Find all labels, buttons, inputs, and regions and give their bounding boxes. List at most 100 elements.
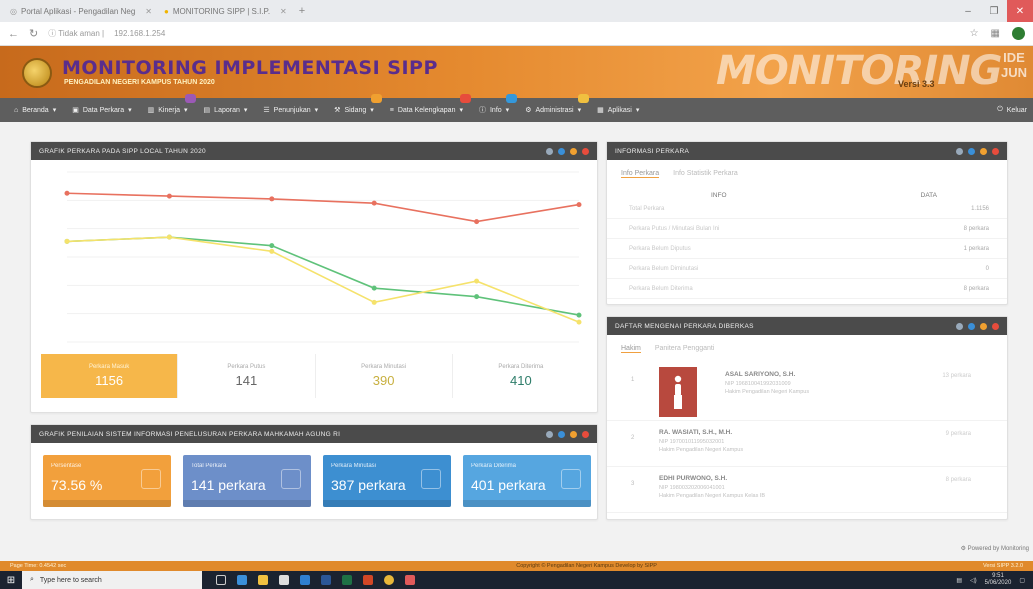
list-item[interactable]: 2 RA. WASIATI, S.H., M.H. NIP 1970010119… <box>607 421 1007 467</box>
list-item[interactable]: 1 ASAL SARIYONO, S.H. NIP 19681004199203… <box>607 363 1007 421</box>
close-panel-icon[interactable] <box>582 430 589 438</box>
collapse-icon[interactable] <box>570 430 577 438</box>
star-icon[interactable]: ☆ <box>970 28 979 39</box>
security-indicator[interactable]: ⓘ Tidak aman | <box>48 28 104 39</box>
mail-icon[interactable] <box>300 575 310 585</box>
menu-item-8[interactable]: ⚙ Administrasi ▾ <box>519 94 590 122</box>
chrome-icon[interactable] <box>384 575 394 585</box>
new-tab-button[interactable]: + <box>299 5 305 17</box>
menu-item-9[interactable]: ▦ Aplikasi ▾ <box>591 98 645 122</box>
data-point[interactable] <box>371 285 377 291</box>
url-field[interactable]: 192.168.1.254 <box>114 29 165 38</box>
kpi-perkara-putus[interactable]: Perkara Putus 141 <box>178 354 316 398</box>
app-icon[interactable] <box>405 575 415 585</box>
powerpoint-icon[interactable] <box>363 575 373 585</box>
refresh-icon[interactable] <box>968 147 975 155</box>
data-point[interactable] <box>64 238 70 244</box>
browser-tab-bar: ◎ Portal Aplikasi - Pengadilan Neg ✕ ● M… <box>0 0 1033 22</box>
reload-icon[interactable]: ↻ <box>29 27 38 40</box>
data-point[interactable] <box>166 234 172 240</box>
task-view-icon[interactable] <box>216 575 226 585</box>
tab-hakim[interactable]: Hakim <box>621 345 641 353</box>
close-panel-icon[interactable] <box>582 147 589 155</box>
data-point[interactable] <box>474 278 480 284</box>
kpi-perkara-diterima[interactable]: Perkara Diterima 410 <box>453 354 589 398</box>
logout-button[interactable]: ⏻ Keluar <box>991 98 1033 122</box>
browser-tab-portal[interactable]: ◎ Portal Aplikasi - Pengadilan Neg ✕ <box>4 2 158 20</box>
store-icon[interactable] <box>279 575 289 585</box>
back-arrow-icon[interactable]: ← <box>8 28 19 40</box>
window-controls: – ❐ ✕ <box>955 0 1033 22</box>
settings-icon[interactable] <box>546 430 553 438</box>
menu-item-5[interactable]: ⚒ Sidang ▾ <box>328 94 382 122</box>
version-label: Versi 3.3 <box>898 79 935 89</box>
data-point[interactable] <box>269 243 275 249</box>
word-icon[interactable] <box>321 575 331 585</box>
stat-card-diterima[interactable]: Perkara Diterima 401 perkara <box>463 455 591 507</box>
excel-icon[interactable] <box>342 575 352 585</box>
browser-tools: ☆ ▦ <box>970 27 1025 40</box>
volume-icon[interactable]: ◁) <box>970 577 977 584</box>
menu-item-6[interactable]: ≡ Data Kelengkapan ▾ <box>384 94 471 122</box>
kpi-label: Perkara Masuk <box>88 364 130 370</box>
data-point[interactable] <box>371 299 377 305</box>
table-row: Perkara Belum Diputus 1 perkara <box>607 239 1007 259</box>
refresh-icon[interactable] <box>558 430 565 438</box>
extension-icon[interactable]: ▦ <box>991 28 1000 39</box>
data-point[interactable] <box>64 190 70 196</box>
browser-tab-monitoring[interactable]: ● MONITORING SIPP | S.I.P. ✕ <box>158 2 293 20</box>
network-icon[interactable]: ▤ <box>956 577 962 584</box>
chevron-down-icon: ▾ <box>370 107 374 114</box>
collapse-icon[interactable] <box>570 147 577 155</box>
settings-icon[interactable] <box>956 322 963 330</box>
close-tab-icon[interactable]: ✕ <box>280 7 287 16</box>
tab-panitera[interactable]: Panitera Pengganti <box>655 345 715 353</box>
refresh-icon[interactable] <box>558 147 565 155</box>
menu-item-3[interactable]: ▤ Laporan ▾ <box>198 98 254 122</box>
data-point[interactable] <box>269 248 275 254</box>
notification-icon[interactable]: ▢ <box>1019 577 1025 584</box>
taskbar-search[interactable]: ⌕ Type here to search <box>22 571 202 589</box>
clock-date: 5/06/2020 <box>984 580 1012 586</box>
data-point[interactable] <box>474 219 480 225</box>
percent-icon <box>141 469 161 489</box>
data-point[interactable] <box>269 196 275 202</box>
tab-info-perkara[interactable]: Info Perkara <box>621 170 660 178</box>
profile-avatar[interactable] <box>1012 27 1025 40</box>
minimize-button[interactable]: – <box>955 0 981 22</box>
menu-item-2[interactable]: ▥ Kinerja ▾ <box>142 94 196 122</box>
refresh-icon[interactable] <box>968 322 975 330</box>
list-item[interactable]: 3 EDHI PURWONO, S.H. NIP 198003202006041… <box>607 467 1007 513</box>
stat-card-total[interactable]: Total Perkara 141 perkara <box>183 455 311 507</box>
data-point[interactable] <box>371 200 377 206</box>
menu-item-1[interactable]: ▣ Data Perkara ▾ <box>66 98 137 122</box>
menu-item-4[interactable]: ☰ Penunjukan ▾ <box>257 98 324 122</box>
kpi-perkara-minutasi[interactable]: Perkara Minutasi 390 <box>316 354 453 398</box>
data-point[interactable] <box>474 294 480 300</box>
settings-icon[interactable] <box>956 147 963 155</box>
collapse-icon[interactable] <box>980 147 987 155</box>
close-panel-icon[interactable] <box>992 147 999 155</box>
settings-icon[interactable] <box>546 147 553 155</box>
maximize-button[interactable]: ❐ <box>981 0 1007 22</box>
clock[interactable]: 9:51 5/06/2020 <box>985 573 1012 587</box>
info-label: Perkara Belum Diterima <box>629 286 693 292</box>
stat-card-minutasi[interactable]: Perkara Minutasi 387 perkara <box>323 455 451 507</box>
power-icon: ⏻ <box>997 106 1003 113</box>
data-point[interactable] <box>576 312 582 318</box>
close-tab-icon[interactable]: ✕ <box>145 7 152 16</box>
kpi-perkara-masuk[interactable]: Perkara Masuk 1156 <box>41 354 179 398</box>
stat-card-persentase[interactable]: Persentase 73.56 % <box>43 455 171 507</box>
data-point[interactable] <box>166 193 172 199</box>
menu-item-0[interactable]: ⌂ Beranda ▾ <box>8 98 62 122</box>
explorer-icon[interactable] <box>258 575 268 585</box>
menu-item-7[interactable]: ⓘ Info ▾ <box>473 94 518 122</box>
data-point[interactable] <box>576 202 582 208</box>
data-point[interactable] <box>576 319 582 325</box>
edge-icon[interactable] <box>237 575 247 585</box>
windows-start-icon[interactable]: ⊞ <box>0 571 22 589</box>
close-panel-icon[interactable] <box>992 322 999 330</box>
collapse-icon[interactable] <box>980 322 987 330</box>
close-window-button[interactable]: ✕ <box>1007 0 1033 22</box>
tab-info-statistik[interactable]: Info Statistik Perkara <box>673 170 738 178</box>
